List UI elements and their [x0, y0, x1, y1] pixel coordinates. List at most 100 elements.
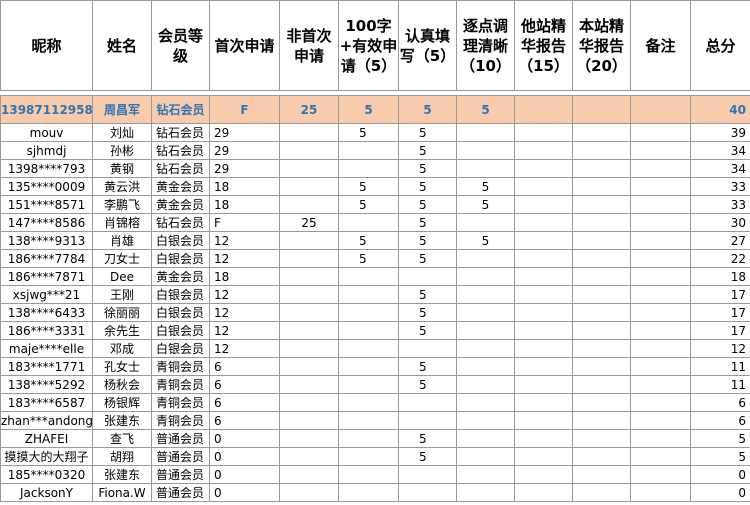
cell-total[interactable]: 17 — [690, 321, 750, 340]
cell-name[interactable]: 黄云洪 — [92, 177, 152, 196]
table-row[interactable]: 1398****793 黄钢 钻石会员 29 5 34 — [0, 159, 750, 178]
cell-c100[interactable] — [338, 213, 399, 232]
cell-serious[interactable] — [398, 339, 457, 358]
cell-note[interactable] — [630, 339, 691, 358]
cell-note[interactable] — [630, 213, 691, 232]
cell-first[interactable]: 6 — [209, 375, 280, 394]
table-row[interactable]: xsjwg***21 王刚 白银会员 12 5 17 — [0, 285, 750, 304]
cell-site[interactable] — [572, 267, 631, 286]
cell-name[interactable]: 胡翔 — [92, 447, 152, 466]
cell-name[interactable]: 孙彬 — [92, 141, 152, 160]
cell-site[interactable] — [572, 177, 631, 196]
cell-clear[interactable] — [456, 285, 515, 304]
cell-name[interactable]: 邓成 — [92, 339, 152, 358]
header-100-words[interactable]: 100字+有效申请（5） — [338, 0, 399, 91]
cell-nonfirst[interactable] — [279, 429, 339, 448]
cell-total[interactable]: 17 — [690, 285, 750, 304]
table-row[interactable]: JacksonY Fiona.W 普通会员 0 0 — [0, 483, 750, 502]
header-name[interactable]: 姓名 — [92, 0, 152, 91]
header-first-apply[interactable]: 首次申请 — [209, 0, 280, 91]
cell-other[interactable] — [514, 393, 573, 412]
cell-other[interactable] — [514, 339, 573, 358]
cell-site[interactable] — [572, 393, 631, 412]
table-row[interactable]: 151****8571 李鹏飞 黄金会员 18 5 5 5 33 — [0, 195, 750, 214]
cell-clear[interactable] — [456, 393, 515, 412]
cell-serious[interactable] — [398, 465, 457, 484]
table-row[interactable]: 183****6587 杨银辉 青铜会员 6 6 — [0, 393, 750, 412]
cell-nonfirst[interactable] — [279, 447, 339, 466]
cell-name[interactable]: 查飞 — [92, 429, 152, 448]
cell-nick[interactable]: 摸摸大的大翔子 — [0, 447, 93, 466]
table-row[interactable]: sjhmdj 孙彬 钻石会员 29 5 34 — [0, 141, 750, 160]
cell-total[interactable]: 6 — [690, 393, 750, 412]
cell-first[interactable]: 12 — [209, 285, 280, 304]
cell-other[interactable] — [514, 267, 573, 286]
cell-total[interactable]: 5 — [690, 447, 750, 466]
cell-nonfirst[interactable] — [279, 483, 339, 502]
cell-nick[interactable]: 186****3331 — [0, 321, 93, 340]
cell-nick[interactable]: 186****7871 — [0, 267, 93, 286]
cell-total[interactable]: 12 — [690, 339, 750, 358]
cell-other[interactable] — [514, 375, 573, 394]
header-point-clear[interactable]: 逐点调理清晰（10） — [456, 0, 515, 91]
cell-serious[interactable]: 5 — [398, 213, 457, 232]
cell-c100[interactable] — [338, 357, 399, 376]
cell-level[interactable]: 普通会员 — [151, 447, 210, 466]
cell-other[interactable] — [514, 123, 573, 142]
cell-nick[interactable]: 13987112958 — [0, 95, 93, 124]
cell-c100[interactable] — [338, 141, 399, 160]
cell-c100[interactable] — [338, 411, 399, 430]
cell-name[interactable]: Fiona.W — [92, 483, 152, 502]
cell-other[interactable] — [514, 159, 573, 178]
highlight-row[interactable]: 13987112958 周昌军 钻石会员 F 25 5 5 5 40 — [0, 95, 750, 124]
cell-first[interactable]: 29 — [209, 159, 280, 178]
cell-note[interactable] — [630, 375, 691, 394]
table-row[interactable]: 摸摸大的大翔子 胡翔 普通会员 0 5 5 — [0, 447, 750, 466]
cell-nick[interactable]: 1398****793 — [0, 159, 93, 178]
cell-other[interactable] — [514, 213, 573, 232]
cell-c100[interactable] — [338, 393, 399, 412]
cell-note[interactable] — [630, 429, 691, 448]
cell-site[interactable] — [572, 141, 631, 160]
cell-note[interactable] — [630, 177, 691, 196]
cell-site[interactable] — [572, 195, 631, 214]
cell-site[interactable] — [572, 483, 631, 502]
cell-other[interactable] — [514, 177, 573, 196]
cell-site[interactable] — [572, 339, 631, 358]
cell-serious[interactable]: 5 — [398, 321, 457, 340]
cell-level[interactable]: 青铜会员 — [151, 375, 210, 394]
cell-site[interactable] — [572, 357, 631, 376]
cell-level[interactable]: 白银会员 — [151, 303, 210, 322]
cell-nick[interactable]: 138****5292 — [0, 375, 93, 394]
cell-c100[interactable] — [338, 339, 399, 358]
cell-name[interactable]: 肖锦榕 — [92, 213, 152, 232]
cell-nonfirst[interactable] — [279, 411, 339, 430]
header-total[interactable]: 总分 — [690, 0, 750, 91]
table-row[interactable]: 186****3331 余先生 白银会员 12 5 17 — [0, 321, 750, 340]
cell-nick[interactable]: mouv — [0, 123, 93, 142]
cell-serious[interactable]: 5 — [398, 159, 457, 178]
cell-nonfirst[interactable] — [279, 303, 339, 322]
cell-first[interactable]: 0 — [209, 447, 280, 466]
cell-nonfirst[interactable] — [279, 393, 339, 412]
cell-total[interactable]: 34 — [690, 141, 750, 160]
cell-c100[interactable] — [338, 321, 399, 340]
table-row[interactable]: mouv 刘灿 钻石会员 29 5 5 39 — [0, 123, 750, 142]
cell-c100[interactable] — [338, 465, 399, 484]
cell-nonfirst[interactable] — [279, 177, 339, 196]
table-row[interactable]: 135****0009 黄云洪 黄金会员 18 5 5 5 33 — [0, 177, 750, 196]
cell-clear[interactable] — [456, 375, 515, 394]
cell-first[interactable]: 0 — [209, 483, 280, 502]
cell-note[interactable] — [630, 123, 691, 142]
cell-site[interactable] — [572, 231, 631, 250]
cell-nick[interactable]: 185****0320 — [0, 465, 93, 484]
cell-note[interactable] — [630, 393, 691, 412]
cell-nick[interactable]: 151****8571 — [0, 195, 93, 214]
cell-site[interactable] — [572, 321, 631, 340]
cell-site[interactable] — [572, 159, 631, 178]
table-row[interactable]: 186****7871 Dee 黄金会员 18 18 — [0, 267, 750, 286]
cell-name[interactable]: 刘灿 — [92, 123, 152, 142]
cell-site[interactable] — [572, 285, 631, 304]
cell-c100[interactable]: 5 — [338, 177, 399, 196]
cell-nick[interactable]: 147****8586 — [0, 213, 93, 232]
